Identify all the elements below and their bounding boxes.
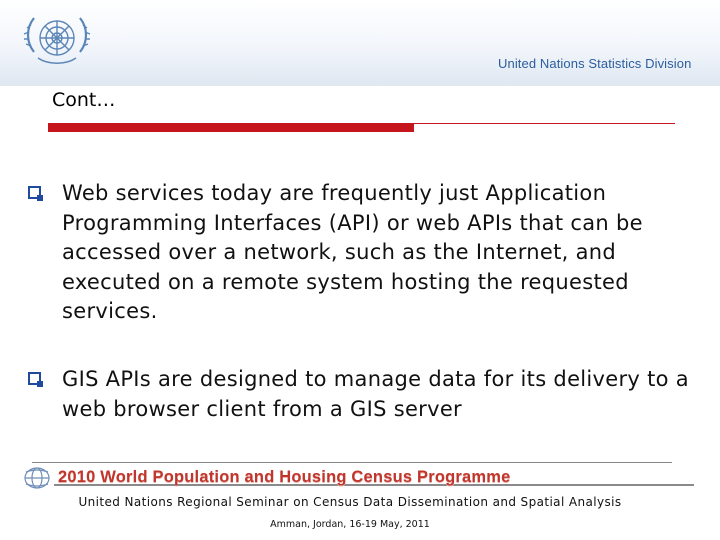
title-rule — [48, 123, 414, 132]
seminar-title: United Nations Regional Seminar on Censu… — [78, 495, 622, 509]
slide-title: Cont… — [52, 89, 116, 111]
banner-title: 2010 World Population and Housing Census… — [58, 468, 511, 486]
checkbox-bullet-icon — [28, 186, 43, 201]
checkbox-bullet-icon — [28, 372, 43, 387]
bullet-text: GIS APIs are designed to manage data for… — [62, 367, 689, 421]
census-banner: 2010 World Population and Housing Census… — [20, 464, 696, 492]
seminar-location: Amman, Jordan, 16-19 May, 2011 — [270, 519, 430, 530]
globe-logo-icon — [24, 467, 50, 489]
header-band — [0, 0, 720, 86]
footer-rule — [32, 462, 672, 463]
un-emblem-icon — [23, 17, 91, 64]
division-name: United Nations Statistics Division — [498, 56, 692, 71]
title-rule-thin — [414, 123, 675, 124]
bullet-text: Web services today are frequently just A… — [62, 181, 643, 323]
